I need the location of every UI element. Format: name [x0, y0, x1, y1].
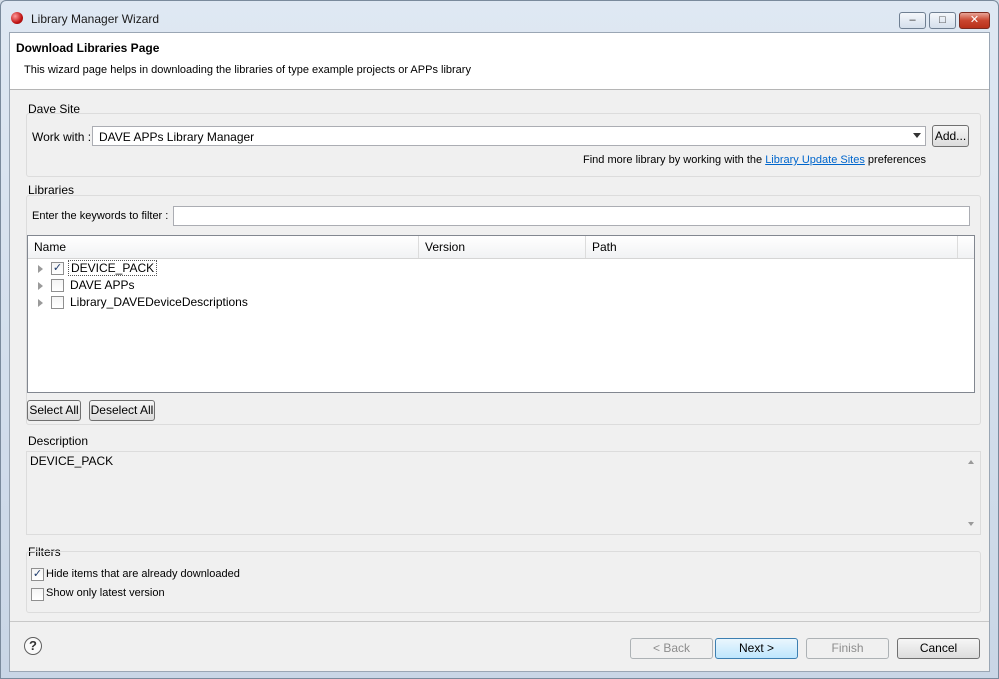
update-sites-hint: Find more library by working with the Li… [583, 154, 926, 166]
filters-group [26, 551, 981, 613]
title-bar: Library Manager Wizard – □ ✕ [1, 1, 998, 33]
row-checkbox-device-descriptions[interactable] [51, 296, 64, 309]
table-header: Name Version Path [28, 236, 974, 259]
libraries-table: Name Version Path ✓ DEVICE_PACK DAVE APP… [27, 235, 975, 393]
column-name[interactable]: Name [28, 236, 419, 258]
description-text: DEVICE_PACK [30, 454, 114, 468]
page-header: Download Libraries Page This wizard page… [10, 33, 989, 90]
expand-arrow-icon[interactable] [38, 299, 43, 307]
select-all-button[interactable]: Select All [27, 400, 81, 421]
work-with-combo[interactable]: DAVE APPs Library Manager [92, 126, 926, 146]
hint-prefix: Find more library by working with the [583, 154, 766, 166]
filter-input[interactable] [173, 206, 970, 226]
description-scrollbar[interactable] [963, 452, 980, 534]
row-name: Library_DAVEDeviceDescriptions [70, 295, 248, 309]
description-label: Description [28, 434, 89, 448]
column-version[interactable]: Version [419, 236, 586, 258]
table-row[interactable]: DAVE APPs [28, 277, 974, 294]
expand-arrow-icon[interactable] [38, 282, 43, 290]
close-button[interactable]: ✕ [959, 12, 990, 29]
app-logo-icon [11, 12, 23, 24]
library-update-sites-link[interactable]: Library Update Sites [765, 154, 865, 166]
page-title: Download Libraries Page [16, 41, 160, 55]
scroll-down-icon[interactable] [968, 522, 974, 526]
dropdown-arrow-icon[interactable] [913, 133, 921, 138]
finish-button[interactable]: Finish [806, 638, 889, 659]
work-with-label: Work with : [32, 130, 92, 144]
row-name: DEVICE_PACK [68, 260, 158, 276]
row-checkbox-device-pack[interactable]: ✓ [51, 262, 64, 275]
row-name: DAVE APPs [70, 278, 135, 292]
window-title: Library Manager Wizard [31, 12, 160, 26]
latest-only-label: Show only latest version [46, 587, 165, 599]
table-row[interactable]: ✓ DEVICE_PACK [28, 260, 974, 277]
minimize-button[interactable]: – [899, 12, 926, 29]
next-button[interactable]: Next > [715, 638, 798, 659]
scroll-up-icon[interactable] [968, 460, 974, 464]
maximize-button[interactable]: □ [929, 12, 956, 29]
page-description: This wizard page helps in downloading th… [24, 64, 471, 76]
wizard-window: Library Manager Wizard – □ ✕ Download Li… [0, 0, 999, 679]
hide-downloaded-label: Hide items that are already downloaded [46, 568, 240, 580]
latest-only-checkbox[interactable] [31, 588, 44, 601]
hide-downloaded-checkbox[interactable]: ✓ [31, 568, 44, 581]
column-path[interactable]: Path [586, 236, 958, 258]
wizard-content: Download Libraries Page This wizard page… [9, 32, 990, 672]
add-site-button[interactable]: Add... [932, 125, 969, 147]
work-with-value: DAVE APPs Library Manager [99, 130, 255, 144]
footer-separator [10, 621, 989, 622]
hint-suffix: preferences [864, 154, 927, 166]
deselect-all-button[interactable]: Deselect All [89, 400, 155, 421]
back-button[interactable]: < Back [630, 638, 713, 659]
table-row[interactable]: Library_DAVEDeviceDescriptions [28, 294, 974, 311]
filter-label: Enter the keywords to filter : [32, 210, 169, 222]
help-icon[interactable]: ? [24, 637, 42, 655]
row-checkbox-dave-apps[interactable] [51, 279, 64, 292]
cancel-button[interactable]: Cancel [897, 638, 980, 659]
expand-arrow-icon[interactable] [38, 265, 43, 273]
description-box: DEVICE_PACK [26, 451, 981, 535]
